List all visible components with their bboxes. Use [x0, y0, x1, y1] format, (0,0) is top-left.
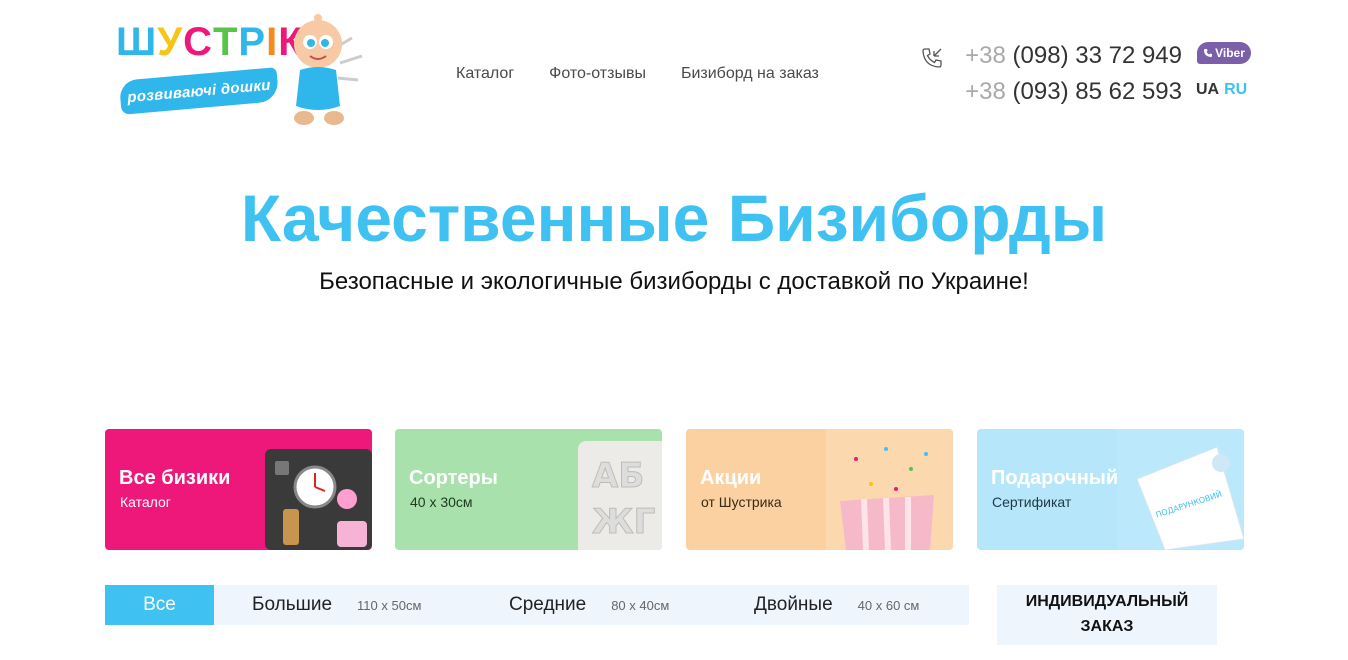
hero-subtitle: Безопасные и экологичные бизиборды с дос… [319, 268, 1029, 295]
main-nav: Каталог Фото-отзывы Бизиборд на заказ [456, 65, 819, 83]
filter-label: Средние [509, 594, 587, 615]
viber-button[interactable]: Viber [1197, 42, 1251, 64]
site-logo[interactable]: ШУСТРІК розвиваючі дошки [112, 8, 372, 130]
filter-double[interactable]: Двойные 40 x 60 см [754, 585, 919, 625]
sorter-board-image: АБ ЖГ [578, 441, 662, 550]
card-subtitle: от Шустрика [701, 494, 782, 510]
category-card-sorters[interactable]: АБ ЖГ Сортеры 40 х 30см [395, 429, 662, 550]
phone-number-2[interactable]: +38 (093) 85 62 593 [965, 78, 1182, 106]
card-title: Акции [700, 467, 762, 489]
busyboard-image [265, 449, 372, 550]
filter-big[interactable]: Большие 110 x 50см [252, 585, 421, 625]
nav-item-custom-busyboard[interactable]: Бизиборд на заказ [681, 65, 819, 83]
filter-medium[interactable]: Средние 80 x 40см [509, 585, 669, 625]
viber-label: Viber [1215, 46, 1245, 60]
nav-item-photo-reviews[interactable]: Фото-отзывы [549, 65, 646, 83]
card-title: Все бизики [119, 467, 231, 489]
viber-icon [1204, 49, 1213, 57]
category-card-all[interactable]: Все бизики Каталог [105, 429, 372, 550]
filter-all[interactable]: Все [105, 585, 214, 625]
card-subtitle: Каталог [120, 494, 171, 510]
logo-wordmark: ШУСТРІК [116, 22, 304, 62]
size-filter-bar: Все Большие 110 x 50см Средние 80 x 40см… [105, 585, 969, 625]
phone-digits: (098) 33 72 949 [1012, 42, 1182, 69]
logo-letter: І [266, 20, 279, 64]
logo-letter: Т [212, 20, 239, 64]
svg-text:АБ: АБ [592, 456, 644, 496]
phone-digits: (093) 85 62 593 [1012, 78, 1182, 105]
phone-number-1[interactable]: +38 (098) 33 72 949 [965, 42, 1182, 70]
card-subtitle: 40 х 30см [410, 494, 473, 510]
logo-letter: Ш [116, 20, 158, 64]
filter-size: 40 x 60 см [857, 597, 920, 613]
gift-certificate-image: ПОДАРУНКОВИЙ [1117, 429, 1244, 550]
phone-prefix: +38 [965, 42, 1006, 69]
filter-label: Большие [252, 594, 333, 615]
phone-icon [922, 48, 942, 68]
hero-title: Качественные Бизиборды [240, 181, 1108, 255]
lang-ru[interactable]: RU [1224, 81, 1247, 99]
custom-order-button[interactable]: ИНДИВИДУАЛЬНЫЙ ЗАКАЗ [997, 585, 1217, 645]
card-subtitle: Сертификат [992, 494, 1072, 510]
card-title: Сортеры [409, 467, 498, 489]
filter-label: Двойные [754, 594, 833, 615]
filter-size: 110 x 50см [357, 597, 422, 613]
svg-text:ЖГ: ЖГ [592, 502, 655, 542]
logo-banner: розвиваючі дошки [118, 67, 280, 115]
logo-letter: У [157, 20, 184, 64]
nav-item-catalog[interactable]: Каталог [456, 65, 514, 83]
phone-prefix: +38 [965, 78, 1006, 105]
logo-letter: С [183, 20, 213, 64]
baby-mascot-icon [294, 14, 363, 125]
logo-letter: Р [238, 20, 267, 64]
card-title: Подарочный [991, 467, 1119, 489]
lang-ua[interactable]: UA [1196, 81, 1219, 99]
category-card-promotions[interactable]: Акции от Шустрика [686, 429, 953, 550]
language-switcher: UA RU [1196, 81, 1247, 99]
filter-size: 80 x 40см [611, 597, 670, 613]
gift-box-icon [826, 429, 953, 550]
category-card-gift-certificate[interactable]: ПОДАРУНКОВИЙ Подарочный Сертификат [977, 429, 1244, 550]
